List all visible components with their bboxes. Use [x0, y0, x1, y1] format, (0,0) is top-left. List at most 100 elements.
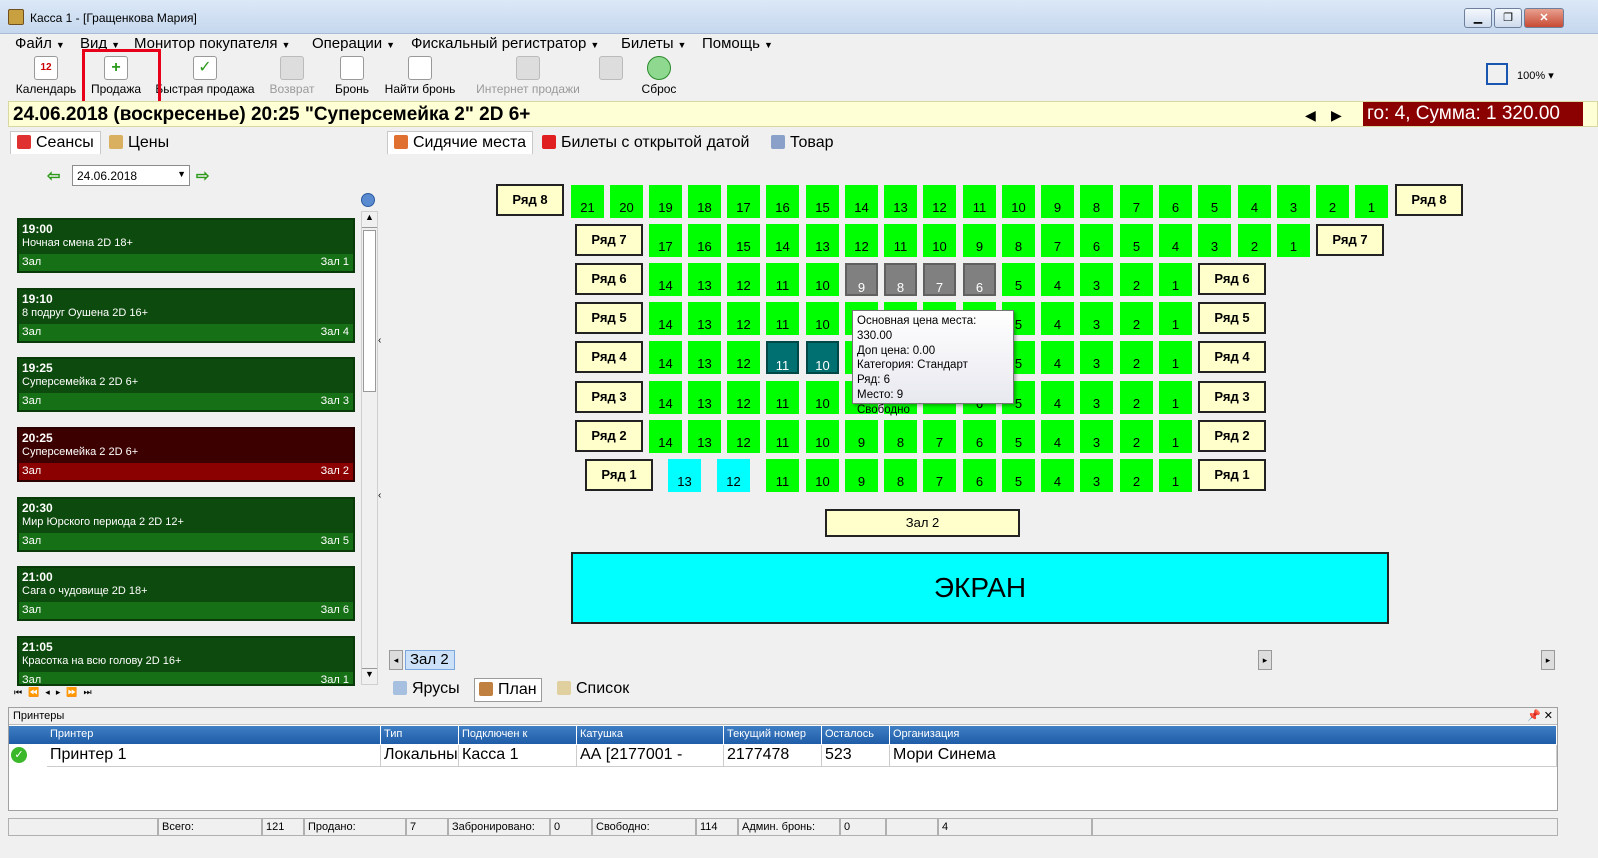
seat-row6-3[interactable]: 3 [1080, 263, 1113, 296]
next-arrow-icon[interactable]: ▶ [1331, 107, 1342, 124]
seat-row7-12[interactable]: 12 [845, 224, 878, 257]
date-picker[interactable]: 24.06.2018 ▼ [72, 165, 190, 186]
seat-row4-11[interactable]: 11 [766, 341, 799, 374]
seat-row1-10[interactable]: 10 [806, 459, 839, 492]
seat-row7-3[interactable]: 3 [1198, 224, 1231, 257]
seat-row2-10[interactable]: 10 [806, 420, 839, 453]
table-cell[interactable]: 523 [822, 745, 890, 767]
seat-row8-12[interactable]: 12 [923, 185, 956, 218]
seat-row1-2[interactable]: 2 [1120, 459, 1153, 492]
seat-row8-11[interactable]: 11 [963, 185, 996, 218]
refresh-icon[interactable] [361, 193, 375, 207]
tab-sessions[interactable]: Сеансы [10, 131, 101, 154]
session-item[interactable]: 19:10 8 подруг Оушена 2D 16+ Зал Зал 4 [17, 288, 355, 343]
seat-row6-1[interactable]: 1 [1159, 263, 1192, 296]
tab-prices[interactable]: Цены [102, 131, 176, 155]
close-button[interactable]: ✕ [1524, 8, 1564, 28]
seat-row6-6[interactable]: 6 [963, 263, 996, 296]
seat-row6-8[interactable]: 8 [884, 263, 917, 296]
seat-row7-13[interactable]: 13 [806, 224, 839, 257]
seat-row8-13[interactable]: 13 [884, 185, 917, 218]
table-cell[interactable]: АА [2177001 - [577, 745, 724, 767]
session-item[interactable]: 20:30 Мир Юрского периода 2 2D 12+ Зал Зал … [17, 497, 355, 552]
seat-row8-5[interactable]: 5 [1198, 185, 1231, 218]
seat-row8-6[interactable]: 6 [1159, 185, 1192, 218]
pager-icon[interactable]: ⏮⏪◂▸⏩⏭ [14, 687, 98, 698]
column-header[interactable]: Катушка [577, 726, 724, 744]
seat-row5-12[interactable]: 12 [727, 302, 760, 335]
table-cell[interactable]: Касса 1 [459, 745, 577, 767]
menu-operations[interactable]: Операции ▼ [312, 35, 395, 52]
seat-row1-9[interactable]: 9 [845, 459, 878, 492]
seat-row3-11[interactable]: 11 [766, 381, 799, 414]
menu-help[interactable]: Помощь ▼ [702, 35, 773, 52]
seat-row7-17[interactable]: 17 [649, 224, 682, 257]
seat-row2-5[interactable]: 5 [1002, 420, 1035, 453]
tab-list[interactable]: Список [553, 678, 633, 700]
tab-plan[interactable]: План [474, 678, 542, 702]
seat-row7-1[interactable]: 1 [1277, 224, 1310, 257]
seat-row7-8[interactable]: 8 [1002, 224, 1035, 257]
hall-scroll-end-icon[interactable]: ▸ [1541, 650, 1555, 670]
seat-row7-2[interactable]: 2 [1238, 224, 1271, 257]
menu-fiscal[interactable]: Фискальный регистратор ▼ [411, 35, 599, 52]
seat-row6-14[interactable]: 14 [649, 263, 682, 296]
scroll-thumb[interactable] [363, 230, 376, 392]
seat-row8-14[interactable]: 14 [845, 185, 878, 218]
seat-row1-3[interactable]: 3 [1080, 459, 1113, 492]
session-item[interactable]: 21:05 Красотка на всю голову 2D 16+ Зал Зал… [17, 636, 355, 686]
table-cell[interactable]: Принтер 1 [47, 745, 381, 767]
seat-row5-10[interactable]: 10 [806, 302, 839, 335]
seat-row4-1[interactable]: 1 [1159, 341, 1192, 374]
seat-row4-14[interactable]: 14 [649, 341, 682, 374]
seat-row1-8[interactable]: 8 [884, 459, 917, 492]
calendar-button[interactable]: 12 Календарь [14, 54, 78, 100]
session-item-selected[interactable]: 20:25 Суперсемейка 2 2D 6+ Зал Зал 2 [17, 427, 355, 482]
seat-row1-5[interactable]: 5 [1002, 459, 1035, 492]
seat-row8-10[interactable]: 10 [1002, 185, 1035, 218]
session-item[interactable]: 19:00 Ночная смена 2D 18+ Зал Зал 1 [17, 218, 355, 273]
session-scrollbar[interactable]: ▲ ▼ [361, 211, 378, 685]
seat-row2-3[interactable]: 3 [1080, 420, 1113, 453]
seat-row8-21[interactable]: 21 [571, 185, 604, 218]
seat-row4-4[interactable]: 4 [1041, 341, 1074, 374]
tab-seats[interactable]: Сидячие места [387, 131, 534, 154]
hall-scroll-left-icon[interactable]: ◂ [389, 650, 403, 670]
seat-row1-12[interactable]: 12 [717, 459, 750, 492]
seat-row3-3[interactable]: 3 [1080, 381, 1113, 414]
column-header[interactable]: Принтер [47, 726, 381, 744]
reset-button[interactable]: Сброс [638, 54, 680, 100]
seat-row3-12[interactable]: 12 [727, 381, 760, 414]
seat-row4-12[interactable]: 12 [727, 341, 760, 374]
seat-row6-9[interactable]: 9 [845, 263, 878, 296]
seat-row8-4[interactable]: 4 [1238, 185, 1271, 218]
seat-row2-1[interactable]: 1 [1159, 420, 1192, 453]
seat-row5-13[interactable]: 13 [688, 302, 721, 335]
seat-row2-11[interactable]: 11 [766, 420, 799, 453]
zoom-select[interactable]: 100% ▾ [1517, 69, 1554, 82]
menu-file[interactable]: Файл ▼ [15, 35, 65, 52]
seat-row8-3[interactable]: 3 [1277, 185, 1310, 218]
tab-goods[interactable]: Товар [764, 131, 841, 155]
seat-row3-4[interactable]: 4 [1041, 381, 1074, 414]
seat-row6-2[interactable]: 2 [1120, 263, 1153, 296]
seat-row4-3[interactable]: 3 [1080, 341, 1113, 374]
seat-row6-4[interactable]: 4 [1041, 263, 1074, 296]
seat-row7-9[interactable]: 9 [963, 224, 996, 257]
seat-row3-1[interactable]: 1 [1159, 381, 1192, 414]
hall-scroll-right-icon[interactable]: ▸ [1258, 650, 1272, 670]
seat-row2-14[interactable]: 14 [649, 420, 682, 453]
table-cell[interactable]: Локальны [381, 745, 459, 767]
seat-row1-4[interactable]: 4 [1041, 459, 1074, 492]
column-header[interactable]: Подключен к [459, 726, 577, 744]
collapse-left-icon[interactable]: ‹ [378, 490, 381, 501]
seat-row7-6[interactable]: 6 [1080, 224, 1113, 257]
seat-row5-4[interactable]: 4 [1041, 302, 1074, 335]
seat-row7-15[interactable]: 15 [727, 224, 760, 257]
fullscreen-icon[interactable] [1486, 63, 1508, 85]
seat-row6-12[interactable]: 12 [727, 263, 760, 296]
menu-tickets[interactable]: Билеты ▼ [621, 35, 686, 52]
seat-row3-10[interactable]: 10 [806, 381, 839, 414]
seat-row8-19[interactable]: 19 [649, 185, 682, 218]
seat-row5-1[interactable]: 1 [1159, 302, 1192, 335]
